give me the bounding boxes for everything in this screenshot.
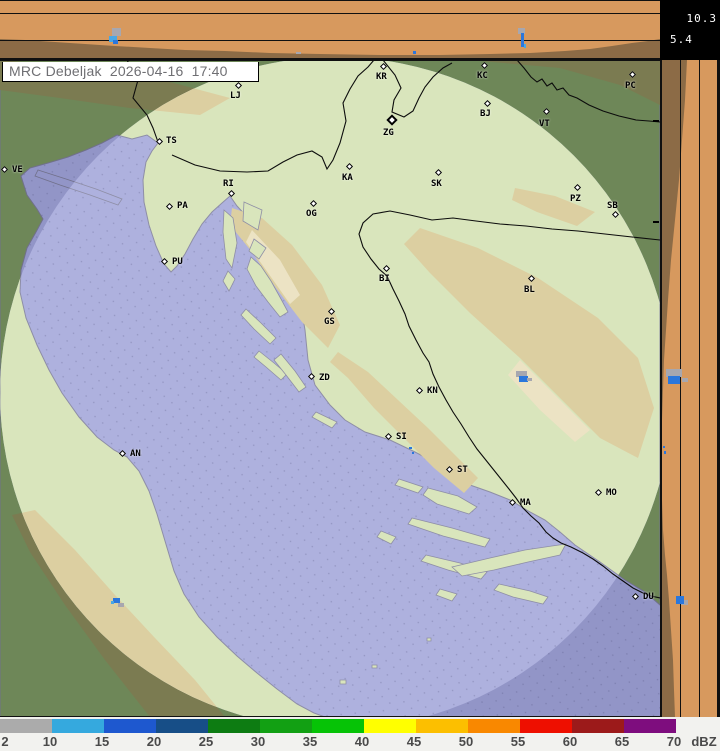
reflectivity-colorbar: 2 10 15 20 25 30 35 40 45 50 55 60 65 70 dBZ <box>0 717 720 751</box>
colorbar-tick: 35 <box>303 734 317 749</box>
colorbar-segment <box>364 719 416 733</box>
right-profile-graphic <box>660 60 720 717</box>
profile-height-scale-box: 10.3 5.4 <box>660 0 720 60</box>
top-profile-graphic <box>0 0 660 60</box>
height-line-10km <box>699 60 700 717</box>
colorbar-tick: 30 <box>251 734 265 749</box>
colorbar-segment <box>260 719 312 733</box>
colorbar-segment <box>208 719 260 733</box>
colorbar-segment <box>624 719 676 733</box>
colorbar-unit-label: dBZ <box>691 734 716 749</box>
colorbar-segment <box>416 719 468 733</box>
map-frame-top <box>0 60 660 61</box>
colorbar-tick: 40 <box>355 734 369 749</box>
radar-ppi-map <box>0 60 660 717</box>
vertical-profile-right-strip <box>660 60 720 717</box>
height-line-5km <box>680 60 681 717</box>
height-line-5km <box>0 40 660 41</box>
colorbar-tick: 15 <box>95 734 109 749</box>
frame-top <box>0 0 660 1</box>
colorbar-segment <box>312 719 364 733</box>
frame-left <box>660 60 662 717</box>
height-scale-lower-value: 5.4 <box>670 33 693 46</box>
height-scale-upper-value: 10.3 <box>687 12 718 25</box>
colorbar-tick: 45 <box>407 734 421 749</box>
colorbar-segment <box>0 719 52 733</box>
colorbar-segment <box>572 719 624 733</box>
colorbar-tick: 20 <box>147 734 161 749</box>
colorbar-tick: 60 <box>563 734 577 749</box>
colorbar-tick: 50 <box>459 734 473 749</box>
colorbar-segment <box>468 719 520 733</box>
colorbar-tick: 70 <box>667 734 681 749</box>
colorbar-segment <box>520 719 572 733</box>
product-title-bar: MRC Debeljak 2026-04-16 17:40 <box>2 62 259 82</box>
colorbar-segment <box>52 719 104 733</box>
vertical-profile-top-strip <box>0 0 660 60</box>
colorbar-tick: 25 <box>199 734 213 749</box>
colorbar-segment <box>156 719 208 733</box>
colorbar-tick: 10 <box>43 734 57 749</box>
inside-radar-range <box>0 60 660 717</box>
height-line-10km <box>0 13 660 14</box>
colorbar-segment <box>104 719 156 733</box>
radar-display-screen: 10.3 5.4 <box>0 0 720 751</box>
colorbar-segments <box>0 719 676 733</box>
colorbar-tick: 65 <box>615 734 629 749</box>
colorbar-tick: 2 <box>1 734 8 749</box>
map-graphic <box>0 60 660 717</box>
colorbar-tick: 55 <box>511 734 525 749</box>
